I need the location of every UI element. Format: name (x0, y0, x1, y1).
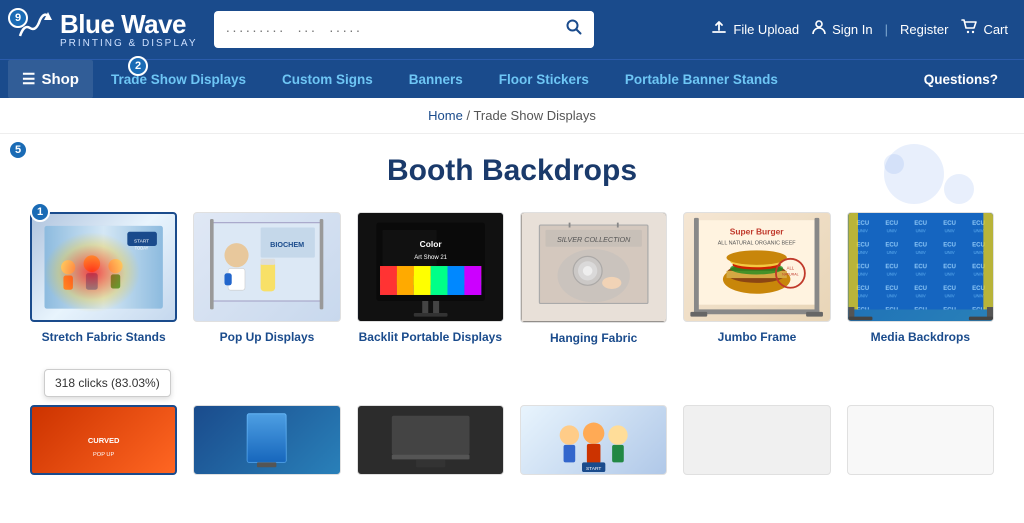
shop-label: Shop (41, 71, 79, 88)
divider: | (885, 22, 888, 37)
search-input[interactable] (214, 14, 554, 46)
product-grid-row2: CURVED POP UP (30, 405, 994, 483)
product-image-fabric: SILVER COLLECTION (520, 212, 667, 323)
product-card-tabletop[interactable] (357, 405, 504, 483)
svg-text:Color: Color (419, 239, 442, 249)
badge-2: 2 (128, 56, 148, 76)
tooltip-text: 318 clicks (83.03%) (55, 376, 160, 390)
product-image-jumbo: Super Burger ALL NATURAL ORGANIC BEEF AL… (683, 212, 830, 322)
product-card-fabric[interactable]: SILVER COLLECTION Hanging Fabric (520, 212, 667, 345)
svg-text:Super Burger: Super Burger (730, 227, 785, 237)
svg-text:START: START (586, 466, 601, 472)
breadcrumb-bar: Home / Trade Show Displays (0, 98, 1024, 134)
search-bar[interactable] (214, 11, 594, 48)
user-icon (811, 19, 827, 40)
svg-text:START: START (134, 238, 149, 244)
svg-text:BIOCHEM: BIOCHEM (270, 240, 304, 249)
product-card-p5[interactable] (683, 405, 830, 483)
cart-label: Cart (983, 22, 1008, 37)
product-image-partial-1: CURVED POP UP (30, 405, 177, 475)
tooltip-box: 318 clicks (83.03%) (44, 369, 171, 397)
register-label: Register (900, 22, 948, 37)
product-image-partial-6 (847, 405, 994, 475)
product-card-jumbo[interactable]: Super Burger ALL NATURAL ORGANIC BEEF AL… (683, 212, 830, 345)
svg-text:ALL: ALL (787, 266, 795, 271)
product-card-media[interactable]: ECU UNIV Me (847, 212, 994, 345)
header-actions: File Upload Sign In | Register (710, 18, 1008, 41)
product-label-fabric: Hanging Fabric (550, 331, 637, 345)
product-card-backlit[interactable]: Color Art Show 21 Backlit Portable Displ… (357, 212, 504, 345)
nav-portable-banners[interactable]: Portable Banner Stands (607, 62, 796, 97)
nav-floor-stickers[interactable]: Floor Stickers (481, 62, 607, 97)
product-card-stretch[interactable]: START TODAY Stretch Fabric Stands (30, 212, 177, 345)
product-label-backlit: Backlit Portable Displays (359, 330, 502, 344)
nav-bar: ☰ Shop Trade Show Displays Custom Signs … (0, 59, 1024, 98)
product-card-curved[interactable]: CURVED POP UP (30, 405, 177, 483)
badge-1: 1 (30, 202, 50, 222)
logo-area[interactable]: Blue Wave PRINTING & DISPLAY (16, 8, 198, 51)
product-image-partial-5 (683, 405, 830, 475)
product-image-partial-4: START (520, 405, 667, 475)
hamburger-icon: ☰ (22, 70, 35, 88)
product-image-partial-2 (193, 405, 340, 475)
brand-name: Blue Wave (60, 10, 198, 39)
product-card-event[interactable]: START (520, 405, 667, 483)
shop-menu[interactable]: ☰ Shop (8, 60, 93, 98)
svg-text:ALL NATURAL ORGANIC BEEF: ALL NATURAL ORGANIC BEEF (718, 240, 797, 246)
product-image-media: ECU UNIV (847, 212, 994, 322)
register-action[interactable]: Register (900, 22, 948, 37)
sign-in-label: Sign In (832, 22, 872, 37)
product-card-p6[interactable] (847, 405, 994, 483)
svg-text:TODAY: TODAY (135, 245, 149, 250)
page-title: Booth Backdrops (30, 154, 994, 188)
svg-text:Art Show 21: Art Show 21 (414, 255, 447, 261)
header: Blue Wave PRINTING & DISPLAY 2 (0, 0, 1024, 59)
search-button[interactable] (554, 11, 594, 48)
main-content: Booth Backdrops 1 (0, 134, 1024, 523)
nav-custom-signs[interactable]: Custom Signs (264, 62, 391, 97)
cart-icon (960, 18, 978, 41)
sign-in-action[interactable]: Sign In (811, 19, 872, 40)
file-upload-action[interactable]: File Upload (710, 18, 799, 41)
product-label-popup: Pop Up Displays (220, 330, 315, 344)
product-grid: 1 (30, 212, 994, 345)
upload-icon (710, 18, 728, 41)
svg-text:CURVED: CURVED (88, 435, 120, 444)
svg-text:NATURAL: NATURAL (782, 273, 799, 277)
product-image-partial-3 (357, 405, 504, 475)
product-card-retractable[interactable] (193, 405, 340, 483)
product-image-stretch: START TODAY (30, 212, 177, 322)
product-image-backlit: Color Art Show 21 (357, 212, 504, 322)
nav-banners[interactable]: Banners (391, 62, 481, 97)
breadcrumb-current: Trade Show Displays (473, 108, 595, 123)
badge-9: 9 (8, 8, 28, 28)
product-label-jumbo: Jumbo Frame (718, 330, 797, 344)
product-label-media: Media Backdrops (871, 330, 970, 344)
breadcrumb-home[interactable]: Home (428, 108, 463, 123)
product-card-popup[interactable]: BIOCHEM Pop Up Displays (193, 212, 340, 345)
svg-text:POP UP: POP UP (93, 452, 114, 458)
cart-action[interactable]: Cart (960, 18, 1008, 41)
product-image-popup: BIOCHEM (193, 212, 340, 322)
nav-trade-show[interactable]: Trade Show Displays (93, 62, 264, 97)
logo-text: Blue Wave PRINTING & DISPLAY (60, 10, 198, 50)
product-label-stretch: Stretch Fabric Stands (42, 330, 166, 344)
nav-items: Trade Show Displays Custom Signs Banners… (93, 62, 906, 97)
badge-5: 5 (8, 140, 28, 160)
file-upload-label: File Upload (733, 22, 799, 37)
brand-sub: PRINTING & DISPLAY (60, 38, 198, 49)
nav-questions[interactable]: Questions? (906, 62, 1016, 97)
svg-text:SILVER COLLECTION: SILVER COLLECTION (557, 235, 631, 244)
